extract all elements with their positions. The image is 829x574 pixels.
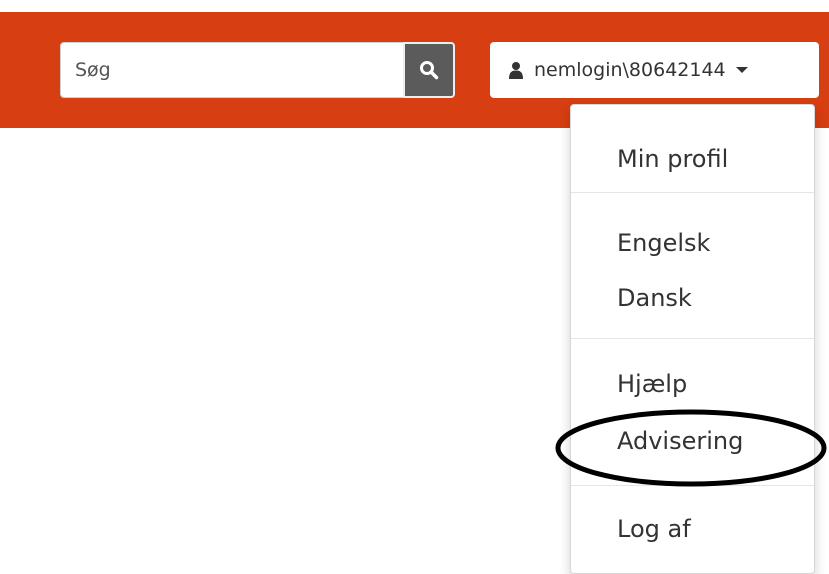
search-button[interactable]: [403, 42, 455, 98]
caret-down-icon: [735, 67, 748, 73]
user-menu-button[interactable]: nemlogin\80642144: [490, 42, 819, 98]
menu-divider: [571, 485, 814, 486]
menu-divider: [571, 338, 814, 339]
user-icon: [509, 62, 523, 79]
menu-divider: [571, 192, 814, 193]
menu-item-hjaelp[interactable]: Hjælp: [617, 370, 687, 398]
user-menu-label: nemlogin\80642144: [534, 59, 726, 81]
search-icon: [420, 61, 439, 80]
search-form: [60, 42, 455, 98]
menu-item-min-profil[interactable]: Min profil: [617, 145, 728, 173]
menu-item-engelsk[interactable]: Engelsk: [617, 229, 710, 257]
search-input[interactable]: [60, 42, 403, 98]
menu-item-dansk[interactable]: Dansk: [617, 284, 692, 312]
menu-item-log-af[interactable]: Log af: [617, 515, 691, 543]
menu-item-advisering[interactable]: Advisering: [617, 427, 743, 455]
user-dropdown-menu: Min profil Engelsk Dansk Hjælp Adviserin…: [570, 104, 815, 574]
